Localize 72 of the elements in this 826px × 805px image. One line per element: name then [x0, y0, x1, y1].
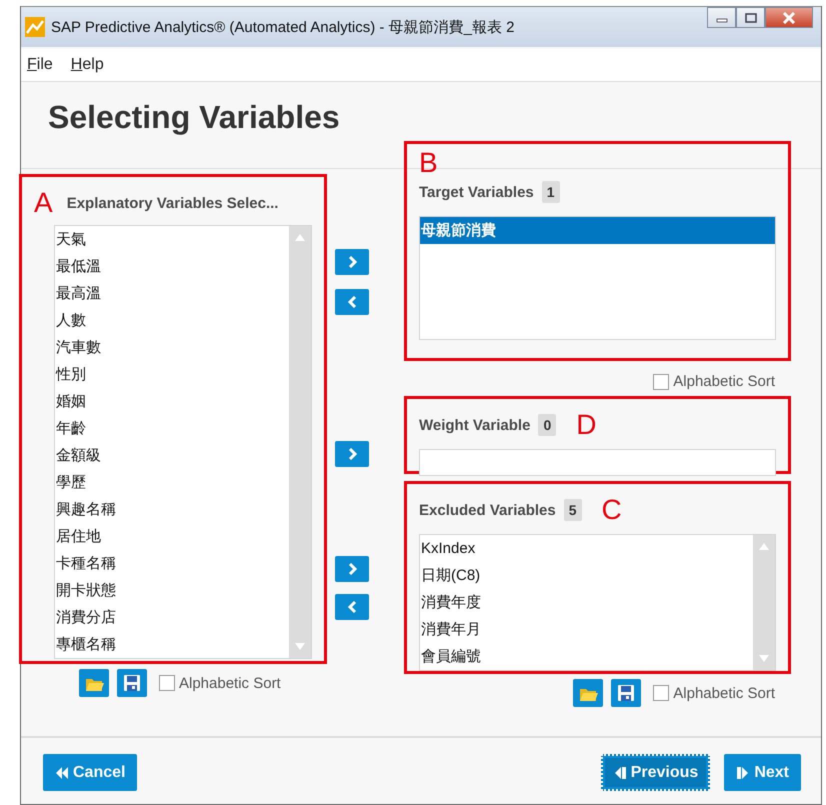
- list-item[interactable]: 消費分店: [55, 604, 289, 631]
- annotation-letter: C: [602, 495, 622, 525]
- save-button[interactable]: [117, 669, 147, 697]
- move-left-button[interactable]: [335, 594, 369, 620]
- alphabetic-sort-checkbox[interactable]: Alphabetic Sort: [653, 373, 775, 390]
- restore-icon: [744, 12, 756, 22]
- list-item[interactable]: 消費年月: [420, 616, 753, 643]
- chevron-right-icon: [346, 563, 358, 575]
- step-forward-icon: [736, 766, 750, 780]
- count-badge: 5: [564, 499, 582, 521]
- list-item[interactable]: 居住地: [55, 523, 289, 550]
- variable-list[interactable]: KxIndex 日期(C8) 消費年度 消費年月 會員編號: [419, 534, 776, 671]
- panel-title: Target Variables: [419, 184, 534, 200]
- move-right-button[interactable]: [335, 441, 369, 467]
- count-badge: 0: [538, 414, 556, 436]
- list-item[interactable]: 日期(C8): [420, 562, 753, 589]
- open-folder-button[interactable]: [79, 669, 109, 697]
- alphabetic-sort-checkbox[interactable]: Alphabetic Sort: [159, 674, 281, 692]
- close-button[interactable]: [765, 7, 813, 28]
- save-icon: [616, 683, 636, 703]
- panel-title: Weight Variable: [419, 416, 530, 434]
- list-item[interactable]: 最高溫: [55, 280, 289, 307]
- panel-title: Explanatory Variables Selec...: [66, 194, 278, 212]
- chevron-left-icon: [346, 296, 358, 308]
- list-item[interactable]: 人數: [55, 307, 289, 334]
- menu-item[interactable]: Help: [70, 56, 104, 74]
- count-badge: 1: [542, 181, 560, 203]
- list-item[interactable]: 卡種名稱: [55, 550, 289, 577]
- list-item[interactable]: 母親節消費: [420, 217, 775, 244]
- app-logo-icon: [25, 17, 45, 37]
- step-back-icon: [612, 766, 627, 780]
- list-item[interactable]: 年齡: [55, 415, 289, 442]
- restore-button[interactable]: [736, 7, 765, 28]
- chevron-right-icon: [346, 448, 358, 460]
- nav-button[interactable]: Next: [724, 754, 801, 791]
- minimize-button[interactable]: [707, 7, 736, 28]
- annotation-letter: D: [576, 410, 596, 440]
- list-item[interactable]: 開卡狀態: [55, 577, 289, 604]
- list-item[interactable]: 專櫃名稱: [55, 631, 289, 658]
- list-item[interactable]: 學歷: [55, 469, 289, 496]
- move-right-button[interactable]: [335, 249, 369, 275]
- annotation-letter: A: [34, 188, 53, 218]
- chevron-right-icon: [346, 256, 358, 268]
- list-item[interactable]: 婚姻: [55, 388, 289, 415]
- list-item[interactable]: 金額級: [55, 442, 289, 469]
- list-item[interactable]: 消費年度: [420, 589, 753, 616]
- list-item[interactable]: 汽車數: [55, 334, 289, 361]
- move-right-button[interactable]: [335, 556, 369, 582]
- nav-button[interactable]: Cancel: [43, 754, 138, 791]
- double-arrow-left-icon: [55, 766, 69, 780]
- variable-list[interactable]: 天氣 最低溫 最高溫 人數 汽車數 性別 婚姻 年齡 金額級 學歷 興趣名稱 居住地 卡種名稱 開卡狀態 消費分店 專櫃名稱: [54, 225, 312, 659]
- chevron-left-icon: [346, 601, 358, 613]
- list-item[interactable]: 性別: [55, 361, 289, 388]
- input-field[interactable]: [419, 449, 776, 476]
- close-icon: [782, 12, 796, 24]
- variable-list[interactable]: 母親節消費: [419, 216, 776, 340]
- list-item[interactable]: 會員編號: [420, 643, 753, 670]
- move-left-button[interactable]: [335, 289, 369, 315]
- annotation-letter: B: [419, 148, 439, 178]
- menu-item[interactable]: File: [27, 56, 53, 74]
- window-title: SAP Predictive Analytics® (Automated Analytics) - 母親節消費_報表 2: [51, 18, 514, 36]
- save-icon: [122, 673, 142, 693]
- open-folder-button[interactable]: [573, 679, 604, 707]
- list-item[interactable]: 天氣: [55, 226, 289, 253]
- page-heading: Selecting Variables: [48, 99, 340, 136]
- list-item[interactable]: 興趣名稱: [55, 496, 289, 523]
- nav-button[interactable]: Previous: [600, 754, 710, 791]
- list-item[interactable]: 最低溫: [55, 253, 289, 280]
- alphabetic-sort-checkbox[interactable]: Alphabetic Sort: [653, 684, 775, 702]
- list-item[interactable]: KxIndex: [420, 535, 753, 562]
- panel-title: Excluded Variables: [419, 502, 556, 518]
- save-button[interactable]: [611, 679, 642, 707]
